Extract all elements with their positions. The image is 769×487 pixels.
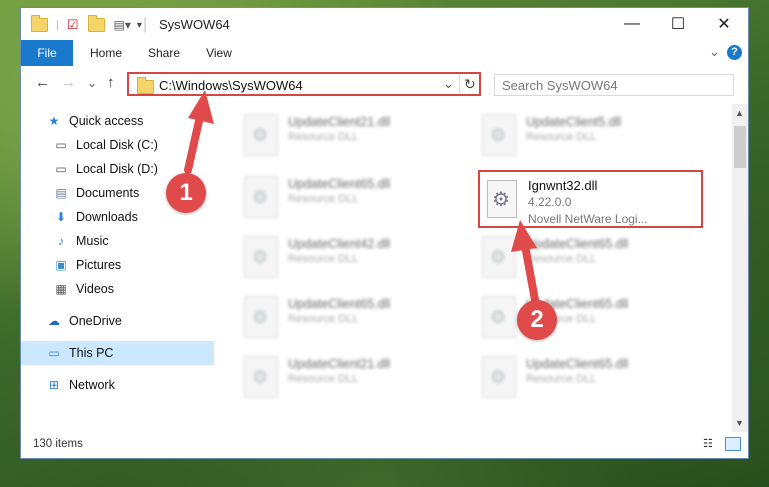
arrow-1 <box>184 108 205 174</box>
annotation-badge-2: 2 <box>517 300 557 340</box>
annotation-arrows <box>184 90 539 304</box>
arrow-1-head <box>188 90 214 124</box>
arrow-2-head <box>511 220 537 252</box>
annotation-badge-1: 1 <box>166 173 206 213</box>
